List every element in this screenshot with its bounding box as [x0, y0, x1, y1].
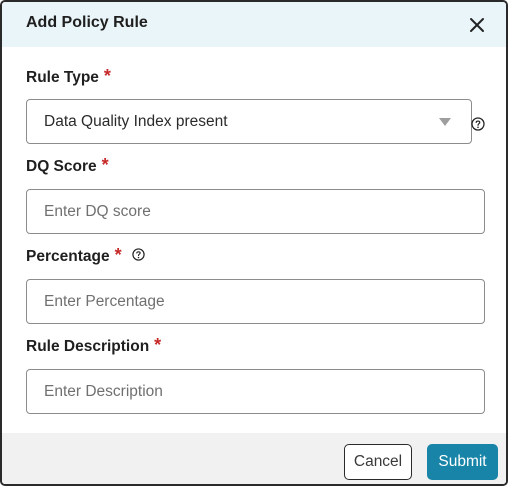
rule-description-placeholder: Enter Description: [44, 383, 163, 400]
dq-score-label-text: DQ Score: [26, 158, 97, 175]
percentage-label: Percentage *: [26, 245, 145, 266]
question-circle-icon[interactable]: [471, 117, 485, 136]
rule-type-value: Data Quality Index present: [44, 113, 228, 130]
question-circle-icon[interactable]: [132, 248, 145, 266]
chevron-down-icon: [439, 118, 451, 126]
rule-type-label: Rule Type *: [26, 66, 111, 87]
percentage-input[interactable]: Enter Percentage: [26, 279, 485, 324]
required-mark: *: [154, 335, 162, 355]
percentage-label-text: Percentage: [26, 248, 110, 265]
dialog-header: Add Policy Rule: [2, 2, 506, 47]
rule-type-label-text: Rule Type: [26, 69, 99, 86]
rule-description-label: Rule Description *: [26, 335, 161, 356]
dq-score-placeholder: Enter DQ score: [44, 203, 151, 220]
close-icon[interactable]: [468, 16, 486, 34]
submit-button[interactable]: Submit: [427, 444, 498, 480]
rule-description-label-text: Rule Description: [26, 338, 150, 355]
required-mark: *: [101, 155, 109, 175]
dq-score-label: DQ Score *: [26, 155, 109, 176]
rule-type-select[interactable]: Data Quality Index present: [26, 99, 472, 144]
dialog-footer: Cancel Submit: [2, 433, 506, 484]
add-policy-rule-dialog: Add Policy Rule Rule Type * Data Quality …: [0, 0, 508, 486]
required-mark: *: [103, 66, 111, 86]
dq-score-input[interactable]: Enter DQ score: [26, 189, 485, 234]
percentage-placeholder: Enter Percentage: [44, 293, 165, 310]
rule-description-input[interactable]: Enter Description: [26, 369, 485, 414]
dialog-title: Add Policy Rule: [26, 14, 148, 31]
cancel-button[interactable]: Cancel: [344, 444, 412, 480]
required-mark: *: [114, 245, 122, 265]
